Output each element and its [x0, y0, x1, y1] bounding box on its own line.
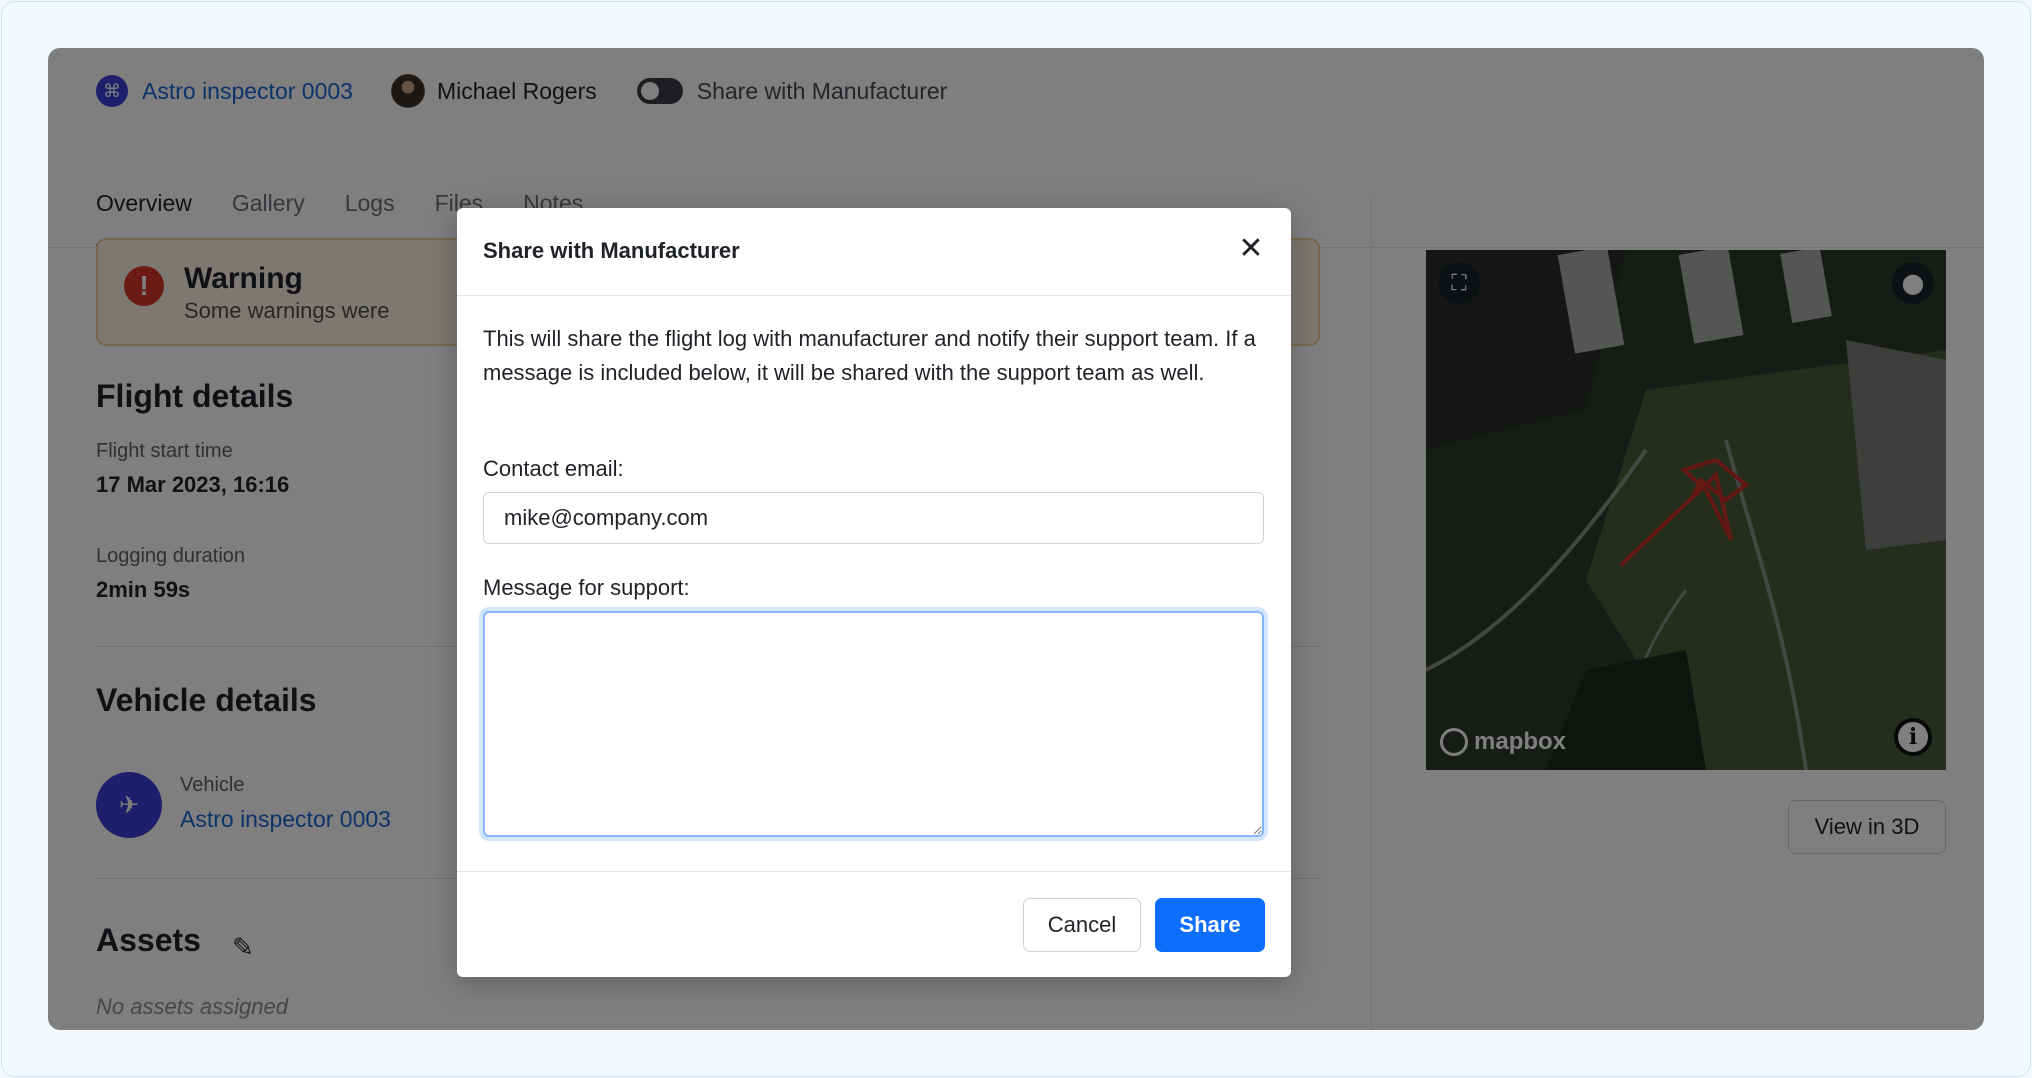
message-input[interactable]: [483, 611, 1264, 837]
modal-footer: Cancel Share: [457, 871, 1291, 977]
cancel-button[interactable]: Cancel: [1023, 898, 1141, 952]
email-field[interactable]: [483, 492, 1264, 544]
modal-header: Share with Manufacturer ✕: [457, 208, 1291, 296]
app-window: ⌘ Astro inspector 0003 Michael Rogers Sh…: [48, 48, 1984, 1030]
message-label: Message for support:: [483, 575, 690, 600]
share-button[interactable]: Share: [1155, 898, 1265, 952]
close-icon[interactable]: ✕: [1235, 232, 1267, 265]
modal-title: Share with Manufacturer: [483, 238, 740, 263]
email-label: Contact email:: [483, 456, 624, 481]
share-modal: Share with Manufacturer ✕ This will shar…: [457, 208, 1291, 977]
modal-description: This will share the flight log with manu…: [483, 326, 1256, 385]
